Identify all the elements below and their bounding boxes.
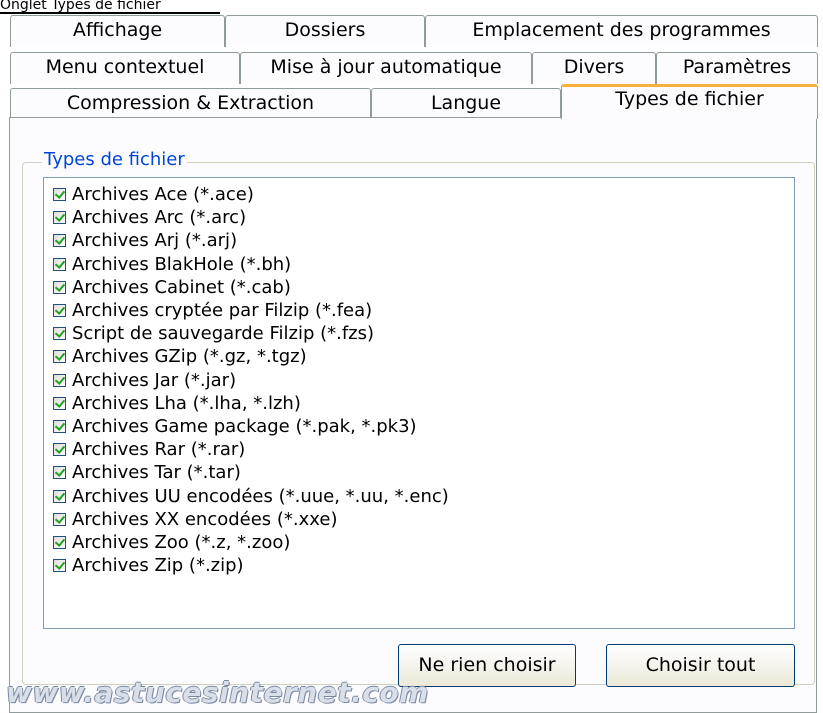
- list-item[interactable]: Script de sauvegarde Filzip (*.fzs): [44, 322, 794, 345]
- list-item-label: Archives Ace (*.ace): [72, 184, 254, 206]
- list-item[interactable]: Archives Lha (*.lha, *.lzh): [44, 392, 794, 415]
- list-item[interactable]: Archives Zip (*.zip): [44, 554, 794, 577]
- tab-menu-contextuel[interactable]: Menu contextuel: [10, 52, 240, 84]
- list-item[interactable]: Archives XX encodées (*.xxe): [44, 508, 794, 531]
- tab-compression-extraction[interactable]: Compression & Extraction: [10, 88, 371, 118]
- checkbox[interactable]: [53, 327, 66, 341]
- list-item[interactable]: Archives BlakHole (*.bh): [44, 253, 794, 276]
- group-title: Types de fichier: [42, 148, 187, 172]
- tab-divers[interactable]: Divers: [532, 52, 656, 84]
- list-item-label: Archives Lha (*.lha, *.lzh): [72, 392, 301, 414]
- select-all-button[interactable]: Choisir tout: [606, 644, 795, 687]
- list-item-label: Archives Cabinet (*.cab): [72, 276, 291, 298]
- checkbox[interactable]: [53, 419, 66, 433]
- tab-types-de-fichier[interactable]: Types de fichier: [561, 84, 818, 119]
- list-item-label: Archives Arc (*.arc): [72, 207, 247, 229]
- list-item-label: Script de sauvegarde Filzip (*.fzs): [72, 323, 375, 345]
- list-item-label: Archives BlakHole (*.bh): [72, 253, 292, 275]
- list-item[interactable]: Archives cryptée par Filzip (*.fea): [44, 299, 794, 322]
- list-item-label: Archives XX encodées (*.xxe): [72, 508, 338, 530]
- list-item-label: Archives GZip (*.gz, *.tgz): [72, 346, 307, 368]
- tab-affichage[interactable]: Affichage: [10, 15, 225, 47]
- tab-parametres[interactable]: Paramètres: [656, 52, 818, 84]
- list-item[interactable]: Archives Ace (*.ace): [44, 183, 794, 206]
- checkbox[interactable]: [53, 443, 66, 457]
- checkbox[interactable]: [53, 211, 66, 225]
- tab-dossiers[interactable]: Dossiers: [225, 15, 425, 47]
- list-item-label: Archives cryptée par Filzip (*.fea): [72, 300, 373, 322]
- checkbox[interactable]: [53, 257, 66, 271]
- list-item-label: Archives UU encodées (*.uue, *.uu, *.enc…: [72, 485, 449, 507]
- list-item-label: Archives Rar (*.rar): [72, 439, 246, 461]
- checkbox[interactable]: [53, 559, 66, 573]
- watermark: www.astucesinternet.com: [6, 676, 429, 709]
- list-item-label: Archives Game package (*.pak, *.pk3): [72, 415, 417, 437]
- checkbox[interactable]: [53, 304, 66, 318]
- list-item[interactable]: Archives Tar (*.tar): [44, 461, 794, 484]
- checkbox[interactable]: [53, 466, 66, 480]
- list-item[interactable]: Archives Jar (*.jar): [44, 369, 794, 392]
- checkbox[interactable]: [53, 280, 66, 294]
- checkbox[interactable]: [53, 188, 66, 202]
- checkbox[interactable]: [53, 535, 66, 549]
- header-partial-text: Onglet Types de fichier: [0, 0, 220, 14]
- list-item-label: Archives Zip (*.zip): [72, 555, 244, 577]
- checkbox[interactable]: [53, 373, 66, 387]
- checkbox[interactable]: [53, 350, 66, 364]
- list-item[interactable]: Archives Arj (*.arj): [44, 229, 794, 252]
- list-item[interactable]: Archives GZip (*.gz, *.tgz): [44, 345, 794, 368]
- list-item-label: Archives Zoo (*.z, *.zoo): [72, 531, 291, 553]
- list-item-label: Archives Tar (*.tar): [72, 462, 241, 484]
- list-item[interactable]: Archives Rar (*.rar): [44, 438, 794, 461]
- checkbox[interactable]: [53, 234, 66, 248]
- checkbox[interactable]: [53, 396, 66, 410]
- list-item[interactable]: Archives Zoo (*.z, *.zoo): [44, 531, 794, 554]
- checkbox[interactable]: [53, 489, 66, 503]
- file-types-list[interactable]: Archives Ace (*.ace) Archives Arc (*.arc)…: [43, 177, 795, 629]
- tab-mise-a-jour-automatique[interactable]: Mise à jour automatique: [240, 52, 532, 84]
- checkbox[interactable]: [53, 512, 66, 526]
- list-item[interactable]: Archives Game package (*.pak, *.pk3): [44, 415, 794, 438]
- tab-emplacement-des-programmes[interactable]: Emplacement des programmes: [425, 15, 818, 47]
- list-item[interactable]: Archives Arc (*.arc): [44, 206, 794, 229]
- list-item[interactable]: Archives Cabinet (*.cab): [44, 276, 794, 299]
- list-item[interactable]: Archives UU encodées (*.uue, *.uu, *.enc…: [44, 484, 794, 507]
- tab-langue[interactable]: Langue: [371, 88, 561, 118]
- list-item-label: Archives Arj (*.arj): [72, 230, 238, 252]
- list-item-label: Archives Jar (*.jar): [72, 369, 237, 391]
